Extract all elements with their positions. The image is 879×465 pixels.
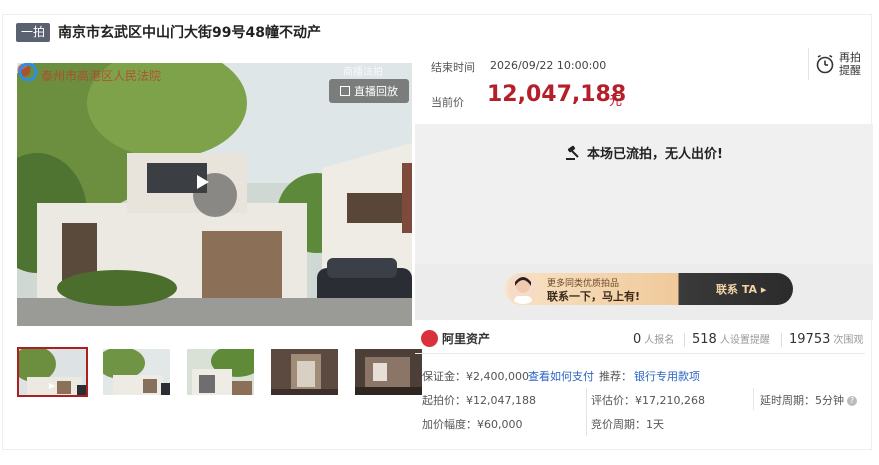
current-price-value: 12,047,188 — [487, 82, 627, 107]
extension-info: 延时周期：5分钟? — [760, 392, 857, 408]
thumbnail-image — [355, 349, 422, 395]
play-icon — [197, 175, 209, 189]
alarm-clock-icon — [816, 54, 834, 74]
signups-stat: 0 人报名 — [633, 331, 674, 347]
views-stat: 19753 次围观 — [789, 331, 863, 347]
page-title: 南京市玄武区中山门大街99号48幢不动产 — [58, 25, 321, 41]
auction-info: 结束时间 2026/09/22 10:00:00 当前价 12,047,188 … — [415, 48, 865, 124]
reminders-stat: 518 人设置提醒 — [692, 331, 770, 347]
replay-icon — [340, 86, 350, 96]
signups-count: 0 — [633, 332, 642, 347]
thumbnail-image — [103, 349, 170, 395]
divider — [781, 333, 782, 347]
reminders-count: 518 — [692, 332, 717, 347]
platform-name: 阿里资产 — [442, 332, 491, 346]
auction-details: 保证金：¥2,400,000 查看如何支付 推荐： 银行专用款项 起拍价：¥12… — [415, 360, 865, 440]
appraisal-info: 评估价：¥17,210,268 — [591, 394, 705, 407]
thumbnail-1[interactable] — [17, 347, 88, 397]
stats-row: 阿里资产 0 人报名 518 人设置提醒 19753 次围观 — [415, 326, 865, 354]
thumbnail-4[interactable] — [269, 347, 340, 397]
main-property-image[interactable]: 泰州市高港区人民法院 商播法拍 直播回放 — [17, 63, 412, 326]
auction-round-badge: 一拍 — [16, 22, 51, 42]
help-icon[interactable]: ? — [847, 396, 857, 406]
platform-logo: 阿里资产 — [421, 330, 490, 347]
views-unit: 次围观 — [833, 335, 864, 346]
ali-assets-icon — [421, 330, 438, 347]
court-watermark: 泰州市高港区人民法院 — [41, 69, 162, 83]
bank-payment-link[interactable]: 银行专用款项 — [634, 368, 700, 384]
reauction-reminder-button[interactable]: 再拍提醒 — [808, 48, 865, 80]
status-message: 本场已流拍，无人出价! — [587, 147, 723, 162]
thumbnail-image — [187, 349, 254, 395]
views-count: 19753 — [789, 332, 831, 347]
broadcast-logo-icon — [18, 63, 38, 81]
live-replay-button[interactable]: 直播回放 — [329, 79, 409, 103]
bid-period-info: 竞价周期：1天 — [591, 418, 664, 431]
replay-label: 直播回放 — [354, 85, 398, 98]
gavel-icon — [566, 145, 579, 160]
promo-area: 更多同类优质拍品 联系一下，马上有! 联系 TA ▸ — [415, 264, 873, 320]
signups-unit: 人报名 — [644, 335, 675, 346]
deposit-info: 保证金：¥2,400,000 — [422, 370, 529, 383]
end-time-label: 结束时间 — [431, 61, 475, 74]
auction-status-panel: 本场已流拍，无人出价! — [415, 124, 873, 264]
contact-button[interactable]: 联系 TA ▸ — [716, 281, 766, 297]
promo-title: 联系一下，马上有! — [547, 290, 641, 303]
extension-text: 延时周期：5分钟 — [760, 394, 844, 407]
current-price-label: 当前价 — [431, 96, 464, 109]
thumbnail-strip — [17, 347, 424, 399]
how-to-pay-link[interactable]: 查看如何支付 — [528, 368, 594, 384]
end-time-value: 2026/09/22 10:00:00 — [490, 59, 607, 72]
reauction-label: 再拍提醒 — [839, 51, 861, 77]
broadcast-watermark: 商播法拍 — [343, 67, 383, 78]
recommend-label: 推荐： — [599, 370, 632, 383]
divider — [586, 388, 587, 436]
thumbnail-2[interactable] — [101, 347, 172, 397]
divider — [753, 388, 754, 410]
thumbnail-5[interactable] — [353, 347, 424, 397]
start-price-info: 起拍价：¥12,047,188 — [422, 394, 536, 407]
thumbnail-image — [19, 349, 86, 395]
thumbnail-image — [271, 349, 338, 395]
thumbnail-3[interactable] — [185, 347, 256, 397]
divider — [684, 333, 685, 347]
price-unit: 元 — [609, 94, 623, 109]
reminders-unit: 人设置提醒 — [719, 335, 770, 346]
contact-promo-banner[interactable]: 更多同类优质拍品 联系一下，马上有! 联系 TA ▸ — [505, 273, 793, 305]
agent-avatar — [508, 274, 538, 304]
video-play-button[interactable] — [193, 173, 237, 217]
title-row: 一拍 南京市玄武区中山门大街99号48幢不动产 — [16, 22, 321, 42]
increment-info: 加价幅度：¥60,000 — [422, 418, 523, 431]
